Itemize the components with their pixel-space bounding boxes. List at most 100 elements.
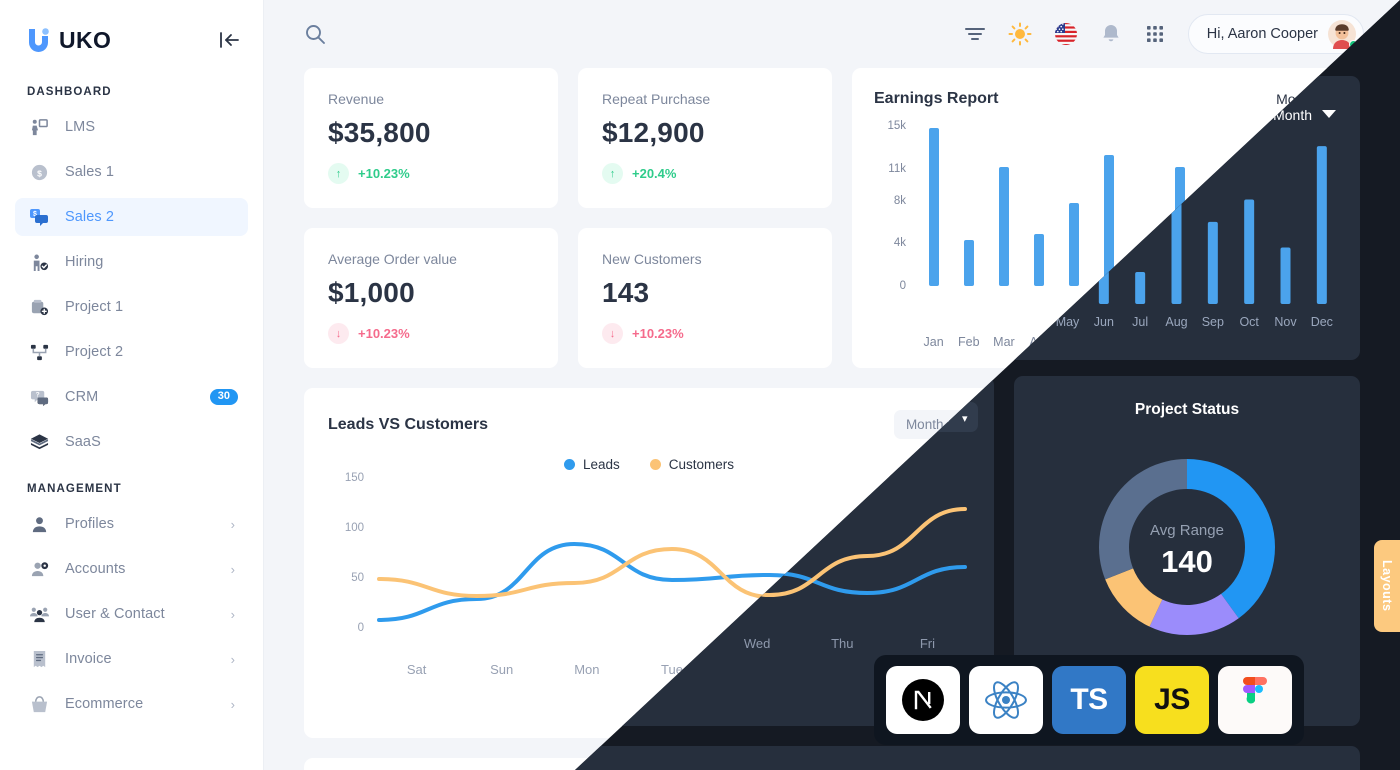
bell-notification-icon[interactable] <box>1100 23 1122 45</box>
svg-text:?: ? <box>35 391 39 398</box>
profile-icon <box>27 513 51 535</box>
bar <box>1209 203 1220 286</box>
tech-logo-strip: TS JS <box>874 655 1304 745</box>
sidebar-item-lms[interactable]: LMS <box>15 108 248 146</box>
sidebar-item-accounts[interactable]: Accounts › <box>15 550 248 588</box>
stat-title: Repeat Purchase <box>602 91 711 107</box>
earnings-x-tick: Oct <box>1240 335 1260 349</box>
bar <box>928 128 939 286</box>
stat-delta: ↑ +10.23% <box>328 163 534 184</box>
legend-label: Customers <box>668 457 735 472</box>
sidebar-item-profiles[interactable]: Profiles › <box>15 505 248 543</box>
layouts-tab[interactable]: Layouts <box>1374 540 1400 632</box>
sidebar-item-project-1[interactable]: Project 1 <box>15 288 248 326</box>
chevron-right-icon: › <box>230 606 235 622</box>
sidebar-item-label: User & Contact <box>65 606 165 622</box>
earnings-y-tick: 11k <box>888 162 906 175</box>
bar <box>1315 128 1326 286</box>
chevron-down-icon: ▾ <box>952 419 958 431</box>
bar-column <box>986 126 1021 286</box>
status-badge: 30 <box>209 389 238 405</box>
grid-apps-icon[interactable] <box>1144 23 1166 45</box>
typescript-label: TS <box>1070 683 1108 716</box>
earnings-header: Earnings Report Month <box>874 90 1338 108</box>
chevron-right-icon: › <box>230 561 235 577</box>
sidebar-item-label: Invoice <box>65 651 112 667</box>
search-icon[interactable] <box>304 23 326 45</box>
hiring-person-icon <box>27 251 51 273</box>
leads-header: Leads VS Customers Month ▾ <box>328 410 970 439</box>
earnings-report-card: Earnings Report Month 0 4k 8k 11k 15k Jan Feb… <box>852 68 1360 368</box>
earnings-period-select[interactable]: Month <box>1276 91 1338 107</box>
sun-theme-icon[interactable] <box>1008 22 1032 46</box>
sidebar-item-ecommerce[interactable]: Ecommerce › <box>15 685 248 723</box>
sidebar-item-user-contact[interactable]: User & Contact › <box>15 595 248 633</box>
arrow-up-icon: ↑ <box>328 163 349 184</box>
earnings-y-axis: 0 4k 8k 11k 15k <box>874 120 906 292</box>
brand[interactable]: UKO <box>26 27 111 54</box>
project-box-icon <box>27 296 51 318</box>
earnings-x-tick: Feb <box>957 335 980 349</box>
sidebar-item-label: Project 2 <box>65 344 124 360</box>
topbar-actions: Hi, Aaron Cooper <box>964 14 1364 54</box>
chevron-right-icon: › <box>230 651 235 667</box>
leads-title: Leads VS Customers <box>328 415 489 433</box>
bar-column <box>1303 126 1338 286</box>
filter-lines-icon[interactable] <box>964 25 986 43</box>
leads-x-tick: Sat <box>406 662 427 677</box>
bar-column <box>951 126 986 286</box>
line-series-customers <box>377 509 967 600</box>
leads-period-select[interactable]: Month ▾ <box>893 410 970 439</box>
bar-column <box>1092 126 1127 286</box>
stat-delta-text: +10.23% <box>358 326 410 341</box>
sidebar-item-project-2[interactable]: Project 2 <box>15 333 248 371</box>
react-logo[interactable] <box>969 666 1043 734</box>
sidebar-item-label: Sales 2 <box>65 209 115 225</box>
javascript-logo[interactable]: JS <box>1135 666 1209 734</box>
sidebar-item-label: Ecommerce <box>65 696 144 712</box>
earnings-y-tick: 15k <box>887 120 906 132</box>
sidebar-section-dashboard-label: DASHBOARD <box>27 86 112 98</box>
sidebar-item-hiring[interactable]: Hiring <box>15 243 248 281</box>
sidebar-item-saas[interactable]: SaaS <box>15 423 248 461</box>
bar <box>1139 254 1150 286</box>
earnings-x-axis: Jan Feb Mar Apr May Jun Jul Aug Sep Oct Nov Dec <box>874 335 1338 349</box>
earnings-x-tick: Nov <box>1274 335 1297 349</box>
bar <box>1174 166 1185 286</box>
caret-down-icon <box>1326 95 1338 103</box>
leads-line-chart-svg <box>377 509 967 622</box>
donut-center-value: 140 <box>1160 549 1214 585</box>
leads-y-tick: 100 <box>344 522 364 534</box>
layouts-tab-label: Layouts <box>1380 560 1394 612</box>
leads-legend: Leads Customers <box>328 457 970 472</box>
earnings-period-value: Month <box>1276 91 1315 107</box>
lms-icon <box>27 116 51 138</box>
typescript-logo[interactable]: TS <box>1052 666 1126 734</box>
sidebar-item-sales-2[interactable]: $ Sales 2 <box>15 198 248 236</box>
donut-center-label: Avg Range <box>1150 528 1224 546</box>
nextjs-logo[interactable] <box>886 666 960 734</box>
bar-column <box>1233 126 1268 286</box>
sidebar-item-label: SaaS <box>65 434 101 450</box>
sidebar-item-invoice[interactable]: Invoice › <box>15 640 248 678</box>
us-flag-icon[interactable] <box>1054 22 1078 46</box>
legend-dot-customers <box>649 459 661 470</box>
leads-x-tick: Tue <box>661 662 683 677</box>
earnings-x-tick: Aug <box>1168 335 1191 349</box>
invoice-icon <box>27 648 51 670</box>
sidebar-item-sales-1[interactable]: $ Sales 1 <box>15 153 248 191</box>
app-root: UKO DASHBOARD LMS $ Sales 1 $ Sales 2 Hi… <box>0 0 1400 770</box>
svg-text:$: $ <box>37 168 42 178</box>
leads-y-tick: 150 <box>344 472 364 484</box>
collapse-sidebar-icon[interactable] <box>219 31 241 49</box>
stat-card-new-customers: New Customers 143 ↓ +10.23% <box>578 228 832 368</box>
earnings-bar-chart: 0 4k 8k 11k 15k <box>874 120 1338 326</box>
sidebar-item-crm[interactable]: ? CRM 30 <box>15 378 248 416</box>
stat-card-repeat-purchase: Repeat Purchase $12,900 ↑ +20.4% <box>578 68 832 208</box>
brand-name: UKO <box>59 26 112 53</box>
leads-x-tick: Wed <box>743 662 771 677</box>
bar <box>1245 181 1256 286</box>
topbar: Hi, Aaron Cooper <box>264 0 1400 68</box>
figma-logo[interactable] <box>1218 666 1292 734</box>
user-profile-button[interactable]: Hi, Aaron Cooper <box>1187 14 1364 54</box>
